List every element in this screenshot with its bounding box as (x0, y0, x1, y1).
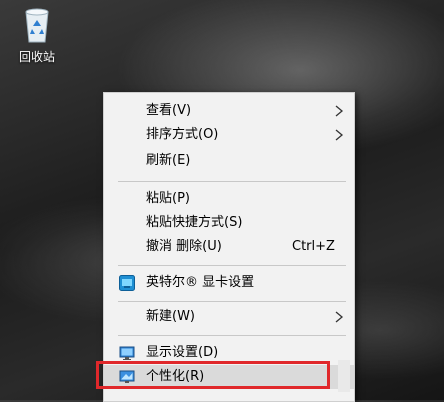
menu-item-intel-graphics-label: 英特尔® 显卡设置 (146, 275, 255, 290)
menu-item-refresh-label: 刷新(E) (146, 153, 191, 168)
recycle-bin[interactable]: 回收站 (12, 4, 62, 65)
recycle-bin-icon (25, 8, 49, 43)
menu-item-paste[interactable]: 粘贴(P) (104, 187, 354, 211)
annotation-highlight-box (96, 361, 330, 389)
intel-graphics-icon (119, 275, 135, 291)
menu-separator (118, 181, 346, 182)
chevron-right-icon (335, 105, 344, 117)
desktop-context-menu: 查看(V) 排序方式(O) 刷新(E) 粘贴(P) 粘贴快捷方式(S) 撤消 删… (103, 92, 355, 402)
menu-item-refresh[interactable]: 刷新(E) (104, 149, 354, 173)
menu-scrollbar[interactable] (338, 360, 350, 392)
menu-item-undo-delete-label: 撤消 删除(U) (146, 239, 222, 254)
menu-item-new[interactable]: 新建(W) (104, 305, 354, 329)
undo-shortcut-hint: Ctrl+Z (292, 239, 335, 254)
menu-item-new-label: 新建(W) (146, 309, 195, 324)
menu-item-undo-delete[interactable]: 撤消 删除(U) Ctrl+Z (104, 235, 354, 259)
chevron-right-icon (335, 129, 344, 141)
menu-item-view[interactable]: 查看(V) (104, 99, 354, 123)
menu-separator (118, 335, 346, 336)
chevron-right-icon (335, 311, 344, 323)
menu-item-sort-by[interactable]: 排序方式(O) (104, 123, 354, 147)
menu-item-intel-graphics[interactable]: 英特尔® 显卡设置 (104, 271, 354, 295)
menu-separator (118, 265, 346, 266)
menu-item-view-label: 查看(V) (146, 103, 192, 118)
display-settings-icon (119, 346, 135, 360)
menu-item-paste-shortcut[interactable]: 粘贴快捷方式(S) (104, 211, 354, 235)
menu-item-paste-label: 粘贴(P) (146, 191, 190, 206)
menu-separator (118, 301, 346, 302)
recycle-bin-label: 回收站 (18, 50, 55, 64)
menu-item-sort-by-label: 排序方式(O) (146, 127, 219, 142)
menu-item-paste-shortcut-label: 粘贴快捷方式(S) (146, 215, 243, 230)
